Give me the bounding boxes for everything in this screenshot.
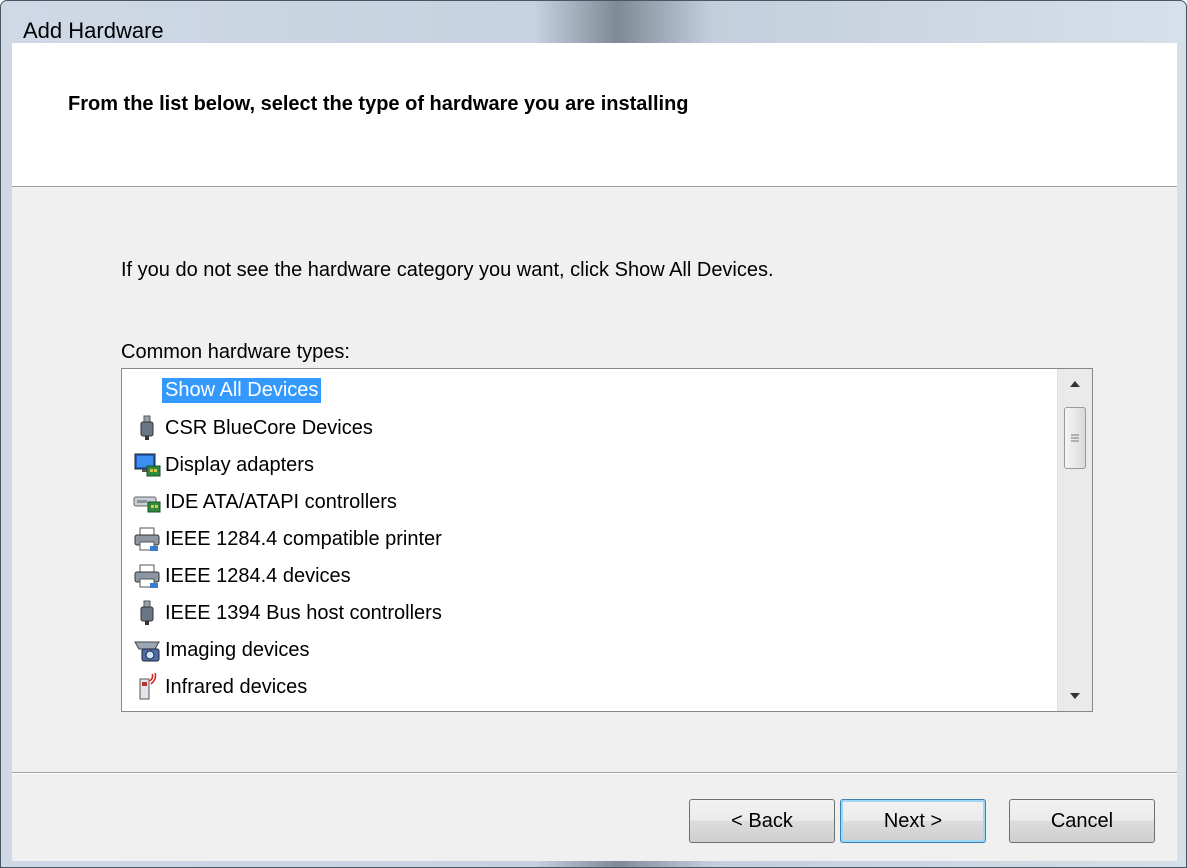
wizard-heading: From the list below, select the type of … [68,93,689,115]
list-item-label: IEEE 1394 Bus host controllers [165,601,442,624]
list-item-label: IEEE 1284.4 devices [165,564,351,587]
back-button[interactable]: < Back [689,799,835,843]
vertical-scrollbar[interactable] [1057,369,1092,711]
usb-icon [132,598,162,628]
scroll-down-arrow-icon[interactable] [1058,681,1092,711]
display-adapter-icon [132,450,162,480]
list-item-label: Infrared devices [165,675,308,698]
hardware-types-listbox[interactable]: Show All Devices CSR BlueCore Devices Di… [121,368,1093,712]
scroll-up-arrow-icon[interactable] [1058,369,1092,399]
cancel-button[interactable]: Cancel [1009,799,1155,843]
list-item-show-all-devices[interactable]: Show All Devices [132,373,322,407]
printer-icon [132,561,162,591]
title-bar[interactable]: Add Hardware [1,1,1186,43]
infrared-icon [132,672,162,702]
camera-icon [132,635,162,665]
list-item-label: IDE ATA/ATAPI controllers [165,490,397,513]
list-item-display-adapters[interactable]: Display adapters [132,448,317,482]
list-item-label: CSR BlueCore Devices [165,416,373,439]
footer-divider [12,772,1177,774]
window-title: Add Hardware [23,18,164,43]
list-item-label: Display adapters [165,453,314,476]
wizard-header: From the list below, select the type of … [12,43,1177,187]
next-button[interactable]: Next > [840,799,986,843]
list-item-label: Imaging devices [165,638,310,661]
scroll-thumb[interactable] [1064,407,1086,469]
list-item-ieee-1284-printer[interactable]: IEEE 1284.4 compatible printer [132,522,445,556]
dialog-body: From the list below, select the type of … [12,43,1177,861]
printer-icon [132,524,162,554]
usb-icon [132,413,162,443]
list-item-infrared-devices[interactable]: Infrared devices [132,670,310,704]
list-item-label: Show All Devices [162,377,322,403]
add-hardware-window: Add Hardware From the list below, select… [0,0,1187,868]
ide-controller-icon [132,487,162,517]
list-item-ide-controllers[interactable]: IDE ATA/ATAPI controllers [132,485,400,519]
blank-icon [132,375,162,405]
list-item-ieee-1284-devices[interactable]: IEEE 1284.4 devices [132,559,354,593]
hardware-types-label: Common hardware types: [121,341,350,363]
list-item-imaging-devices[interactable]: Imaging devices [132,633,313,667]
list-item-csr-bluecore[interactable]: CSR BlueCore Devices [132,411,376,445]
list-item-ieee-1394-controllers[interactable]: IEEE 1394 Bus host controllers [132,596,445,630]
list-item-label: IEEE 1284.4 compatible printer [165,527,442,550]
instruction-text: If you do not see the hardware category … [121,259,774,281]
